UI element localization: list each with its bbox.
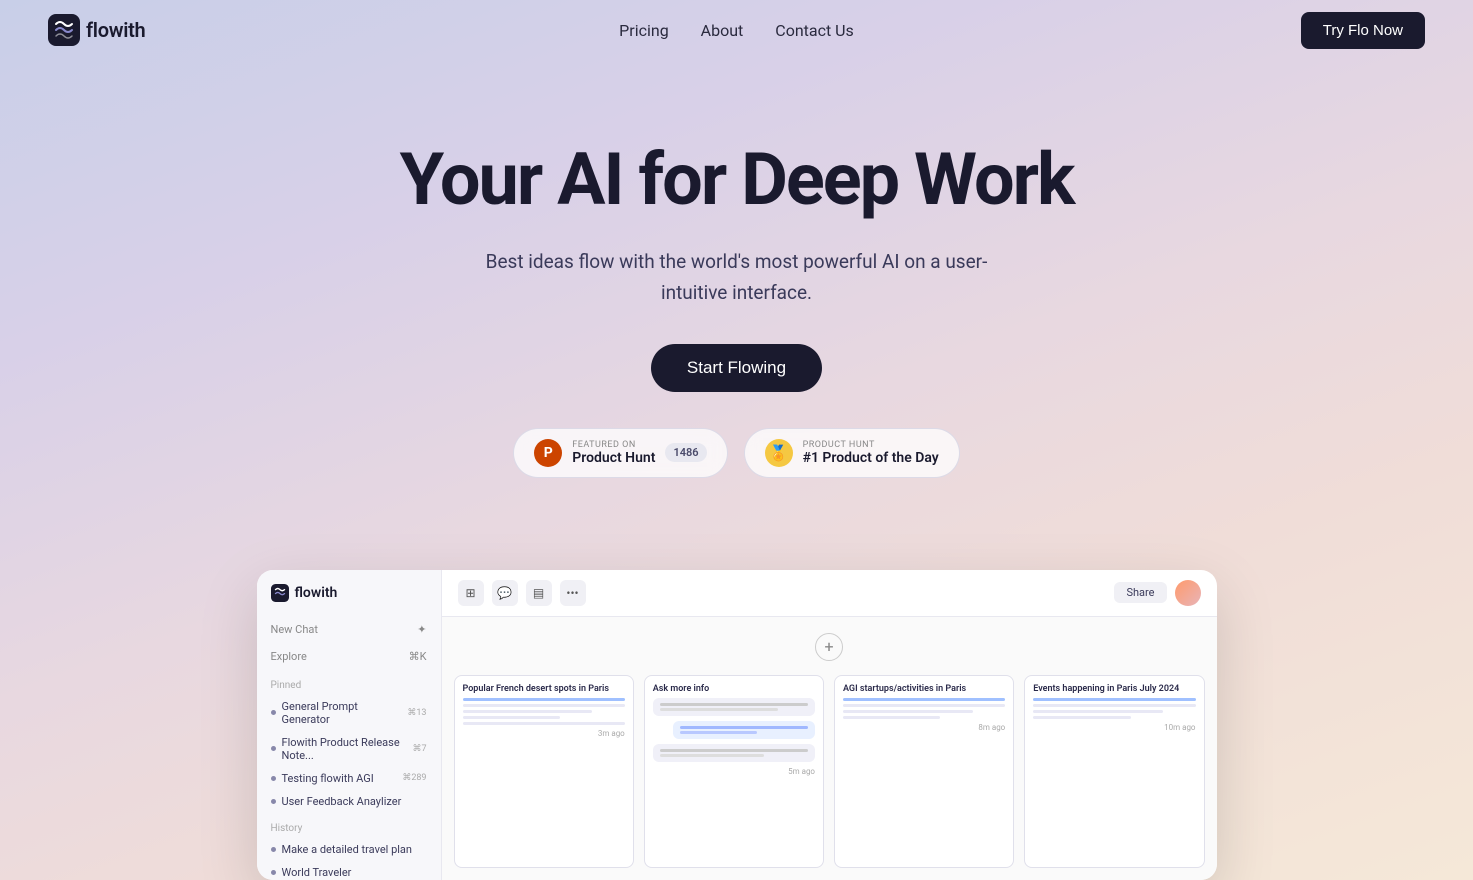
- canvas-card-0: Popular French desert spots in Paris 3m …: [454, 675, 634, 868]
- app-toolbar: ⊞ 💬 ▤ ••• Share: [442, 570, 1217, 617]
- sidebar-logo-icon: [271, 584, 289, 602]
- hero-section: Your AI for Deep Work Best ideas flow wi…: [0, 60, 1473, 518]
- pinned-label: Pinned: [257, 670, 441, 695]
- item-dot: [271, 776, 276, 781]
- user-avatar: [1175, 580, 1201, 606]
- canvas-card-3: Events happening in Paris July 2024 10m …: [1024, 675, 1204, 868]
- card-link-0: [463, 698, 625, 701]
- app-preview-wrapper: flowith New Chat ✦ Explore ⌘K Pinned Gen…: [0, 538, 1473, 880]
- item-dot: [271, 870, 276, 875]
- nav-pricing[interactable]: Pricing: [619, 21, 669, 40]
- product-day-badge[interactable]: 🏅 PRODUCT HUNT #1 Product of the Day: [744, 428, 960, 478]
- card-1-title: Ask more info: [653, 684, 815, 694]
- item-dot: [271, 710, 276, 715]
- nav-links: Pricing About Contact Us: [619, 21, 854, 40]
- product-day-badge-content: PRODUCT HUNT #1 Product of the Day: [803, 440, 939, 466]
- card-3-meta: 10m ago: [1033, 723, 1195, 732]
- product-hunt-icon: P: [534, 439, 562, 467]
- sidebar-pinned-item-3[interactable]: User Feedback Anaylizer: [257, 790, 441, 813]
- trophy-icon: 🏅: [765, 439, 793, 467]
- logo-text: flowith: [86, 18, 145, 42]
- toolbar-more-btn[interactable]: •••: [560, 580, 586, 606]
- shortcut-0: ⌘13: [407, 708, 426, 718]
- ph-featured-label: FEATURED ON: [572, 440, 655, 450]
- try-flo-now-button[interactable]: Try Flo Now: [1301, 12, 1425, 49]
- explore-label: Explore: [271, 650, 307, 663]
- canvas-card-2: AGI startups/activities in Paris 8m ago: [834, 675, 1014, 868]
- chat-bubble-1: [673, 721, 815, 739]
- canvas-plus-area: +: [454, 629, 1205, 665]
- flowith-logo-icon: [48, 14, 80, 46]
- item-dot: [271, 847, 276, 852]
- ph-main-label: Product Hunt: [572, 450, 655, 466]
- sidebar-pinned-item-2[interactable]: Testing flowith AGI ⌘289: [257, 767, 441, 790]
- card-1-meta: 5m ago: [653, 767, 815, 776]
- card-0-title: Popular French desert spots in Paris: [463, 684, 625, 694]
- hero-subtitle: Best ideas flow with the world's most po…: [467, 247, 1007, 308]
- new-chat-label: New Chat: [271, 623, 318, 636]
- sidebar-history-item-1[interactable]: World Traveler: [257, 861, 441, 880]
- history-label: History: [257, 813, 441, 838]
- new-chat-btn[interactable]: New Chat ✦: [257, 616, 441, 643]
- pinned-item-label-2: Testing flowith AGI: [282, 772, 374, 785]
- badges-container: P FEATURED ON Product Hunt 1486 🏅 PRODUC…: [40, 428, 1433, 478]
- item-dot: [271, 746, 276, 751]
- chat-bubble-2: [653, 744, 815, 762]
- hero-title: Your AI for Deep Work: [40, 140, 1433, 219]
- chat-bubble-0: [653, 698, 815, 716]
- card-2-title: AGI startups/activities in Paris: [843, 684, 1005, 694]
- product-hunt-badge[interactable]: P FEATURED ON Product Hunt 1486: [513, 428, 727, 478]
- history-item-label-0: Make a detailed travel plan: [282, 843, 412, 856]
- nav-contact[interactable]: Contact Us: [775, 21, 854, 40]
- app-canvas: + Popular French desert spots in Paris 3…: [442, 617, 1217, 880]
- sidebar-history-item-0[interactable]: Make a detailed travel plan: [257, 838, 441, 861]
- sidebar-pinned-item-1[interactable]: Flowith Product Release Note... ⌘7: [257, 731, 441, 767]
- product-day-small-label: PRODUCT HUNT: [803, 440, 939, 450]
- canvas-card-1: Ask more info 5m ago: [644, 675, 824, 868]
- start-flowing-button[interactable]: Start Flowing: [651, 344, 822, 392]
- app-main: ⊞ 💬 ▤ ••• Share + Popular French desert …: [442, 570, 1217, 880]
- toolbar-grid-btn[interactable]: ⊞: [458, 580, 484, 606]
- shortcut-1: ⌘7: [412, 744, 426, 754]
- product-day-main-label: #1 Product of the Day: [803, 450, 939, 466]
- pinned-item-label-3: User Feedback Anaylizer: [282, 795, 402, 808]
- toolbar-layout-btn[interactable]: ▤: [526, 580, 552, 606]
- item-dot: [271, 799, 276, 804]
- app-preview: flowith New Chat ✦ Explore ⌘K Pinned Gen…: [257, 570, 1217, 880]
- product-hunt-badge-content: FEATURED ON Product Hunt: [572, 440, 655, 466]
- ph-count: 1486: [665, 443, 706, 462]
- card-0-meta: 3m ago: [463, 729, 625, 738]
- explore-btn[interactable]: Explore ⌘K: [257, 643, 441, 670]
- pinned-item-label-1: Flowith Product Release Note...: [282, 736, 413, 762]
- share-button[interactable]: Share: [1114, 582, 1166, 603]
- sidebar-pinned-item-0[interactable]: General Prompt Generator ⌘13: [257, 695, 441, 731]
- card-3-title: Events happening in Paris July 2024: [1033, 684, 1195, 694]
- navbar: flowith Pricing About Contact Us Try Flo…: [0, 0, 1473, 60]
- sidebar-logo-text: flowith: [295, 585, 338, 601]
- add-node-button[interactable]: +: [815, 633, 843, 661]
- history-item-label-1: World Traveler: [282, 866, 352, 879]
- card-2-meta: 8m ago: [843, 723, 1005, 732]
- shortcut-2: ⌘289: [402, 773, 426, 783]
- pinned-item-label-0: General Prompt Generator: [282, 700, 408, 726]
- logo[interactable]: flowith: [48, 14, 145, 46]
- toolbar-chat-btn[interactable]: 💬: [492, 580, 518, 606]
- app-sidebar: flowith New Chat ✦ Explore ⌘K Pinned Gen…: [257, 570, 442, 880]
- nav-about[interactable]: About: [701, 21, 744, 40]
- sidebar-logo: flowith: [257, 584, 441, 616]
